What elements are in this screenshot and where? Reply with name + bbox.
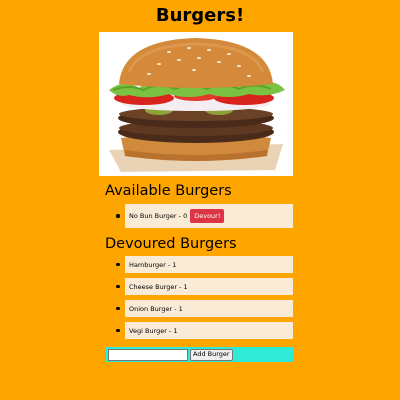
burger-label: Hamburger - 1 <box>129 260 177 269</box>
burger-label: Vegi Burger - 1 <box>129 326 178 335</box>
list-item: Vegi Burger - 1 <box>116 322 293 339</box>
available-burgers-list: No Bun Burger - 0 Devour! <box>105 204 293 228</box>
burger-label: Onion Burger - 1 <box>129 304 183 313</box>
page-title: Burgers! <box>155 5 245 26</box>
list-item: No Bun Burger - 0 Devour! <box>116 204 293 228</box>
burger-label: No Bun Burger - 0 <box>129 212 188 220</box>
add-burger-button[interactable]: Add Burger <box>190 348 233 361</box>
add-burger-form: Add Burger <box>106 347 293 362</box>
list-item: Onion Burger - 1 <box>116 300 293 317</box>
burger-label: Cheese Burger - 1 <box>129 282 188 291</box>
devoured-burgers-heading: Devoured Burgers <box>105 236 237 252</box>
burger-name-input[interactable] <box>108 348 188 361</box>
available-burgers-heading: Available Burgers <box>105 183 232 199</box>
list-item: Cheese Burger - 1 <box>116 278 293 295</box>
list-item: Hamburger - 1 <box>116 256 293 273</box>
burger-image <box>99 32 293 176</box>
devoured-burgers-list: Hamburger - 1 Cheese Burger - 1 Onion Bu… <box>105 256 293 344</box>
devour-button[interactable]: Devour! <box>190 208 225 224</box>
